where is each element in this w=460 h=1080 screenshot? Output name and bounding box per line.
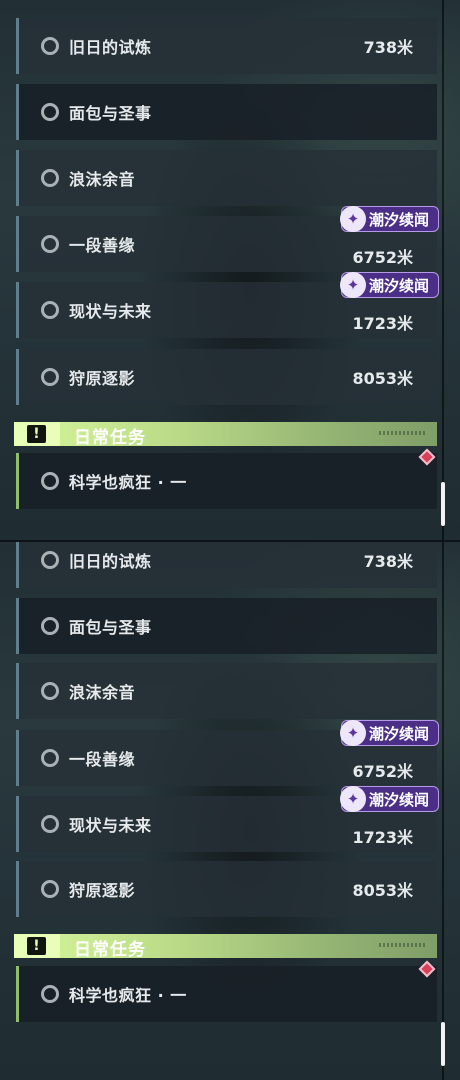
quest-name: 面包与圣事 bbox=[69, 618, 152, 637]
scrollbar-thumb[interactable] bbox=[441, 1022, 445, 1066]
quest-name: 科学也疯狂 · 一 bbox=[69, 986, 187, 1005]
quest-distance: 8053米 bbox=[352, 369, 413, 388]
quest-row[interactable]: 狩原逐影 8053米 bbox=[16, 861, 437, 917]
wave-icon: ✦ bbox=[340, 786, 366, 812]
exclamation-icon-bg: ! bbox=[14, 934, 60, 958]
quest-status-icon bbox=[41, 37, 59, 55]
quest-status-icon bbox=[41, 301, 59, 319]
quest-distance: 1723米 bbox=[352, 828, 413, 847]
quest-name: 旧日的试炼 bbox=[69, 552, 152, 571]
quest-status-icon bbox=[41, 235, 59, 253]
quest-panel-top: 旧日的试炼 738米 面包与圣事 浪沫余音 一段善缘 6752米 ✦ 潮汐续闻 … bbox=[0, 0, 460, 540]
scrollbar-track[interactable] bbox=[442, 540, 444, 1080]
header-decoration bbox=[379, 431, 425, 435]
quest-name: 浪沫余音 bbox=[69, 170, 136, 189]
quest-distance: 738米 bbox=[363, 552, 413, 571]
daily-section-header[interactable]: ! 日常任务 bbox=[14, 934, 437, 960]
daily-section-title: 日常任务 bbox=[74, 940, 146, 960]
quest-row[interactable]: 旧日的试炼 738米 bbox=[16, 540, 437, 588]
quest-status-icon bbox=[41, 103, 59, 121]
quest-name: 一段善缘 bbox=[69, 750, 136, 769]
daily-section-title: 日常任务 bbox=[74, 428, 146, 448]
quest-status-icon bbox=[41, 682, 59, 700]
quest-status-icon bbox=[41, 472, 59, 490]
event-badge: ✦ 潮汐续闻 bbox=[340, 786, 439, 812]
quest-status-icon bbox=[41, 551, 59, 569]
quest-row[interactable]: 浪沫余音 bbox=[16, 150, 437, 206]
quest-distance: 1723米 bbox=[352, 314, 413, 333]
quest-status-icon bbox=[41, 617, 59, 635]
quest-row[interactable]: 狩原逐影 8053米 bbox=[16, 349, 437, 405]
event-badge-label: 潮汐续闻 bbox=[369, 724, 430, 743]
event-badge-label: 潮汐续闻 bbox=[369, 210, 430, 229]
wave-icon: ✦ bbox=[340, 272, 366, 298]
quest-status-icon bbox=[41, 880, 59, 898]
quest-row[interactable]: 面包与圣事 bbox=[16, 84, 437, 140]
quest-distance: 8053米 bbox=[352, 881, 413, 900]
quest-status-icon bbox=[41, 368, 59, 386]
quest-name: 旧日的试炼 bbox=[69, 38, 152, 57]
quest-row[interactable]: 现状与未来 1723米 ✦ 潮汐续闻 bbox=[16, 272, 439, 338]
quest-row[interactable]: 旧日的试炼 738米 bbox=[16, 18, 437, 74]
quest-row-daily[interactable]: 科学也疯狂 · 一 bbox=[16, 966, 437, 1022]
quest-distance: 6752米 bbox=[352, 762, 413, 781]
event-badge-label: 潮汐续闻 bbox=[369, 790, 430, 809]
quest-name: 浪沫余音 bbox=[69, 683, 136, 702]
wave-icon: ✦ bbox=[340, 720, 366, 746]
quest-status-icon bbox=[41, 985, 59, 1003]
quest-status-icon bbox=[41, 169, 59, 187]
quest-name: 狩原逐影 bbox=[69, 881, 136, 900]
quest-name: 狩原逐影 bbox=[69, 369, 136, 388]
quest-row[interactable]: 一段善缘 6752米 ✦ 潮汐续闻 bbox=[16, 720, 439, 786]
quest-status-icon bbox=[41, 815, 59, 833]
quest-distance: 738米 bbox=[363, 38, 413, 57]
exclamation-icon: ! bbox=[27, 425, 46, 443]
quest-name: 一段善缘 bbox=[69, 236, 136, 255]
quest-panel-bottom: 旧日的试炼 738米 面包与圣事 浪沫余音 一段善缘 6752米 ✦ 潮汐续闻 … bbox=[0, 540, 460, 1080]
quest-row[interactable]: 一段善缘 6752米 ✦ 潮汐续闻 bbox=[16, 206, 439, 272]
scrollbar-thumb[interactable] bbox=[441, 482, 445, 526]
quest-name: 现状与未来 bbox=[69, 302, 152, 321]
wave-icon: ✦ bbox=[340, 206, 366, 232]
quest-row[interactable]: 浪沫余音 bbox=[16, 663, 437, 719]
header-decoration bbox=[379, 943, 425, 947]
quest-status-icon bbox=[41, 749, 59, 767]
quest-name: 现状与未来 bbox=[69, 816, 152, 835]
quest-row[interactable]: 面包与圣事 bbox=[16, 598, 437, 654]
event-badge-label: 潮汐续闻 bbox=[369, 276, 430, 295]
quest-name: 面包与圣事 bbox=[69, 104, 152, 123]
event-badge: ✦ 潮汐续闻 bbox=[340, 272, 439, 298]
exclamation-icon: ! bbox=[27, 937, 46, 955]
event-badge: ✦ 潮汐续闻 bbox=[340, 720, 439, 746]
exclamation-icon-bg: ! bbox=[14, 422, 60, 446]
quest-distance: 6752米 bbox=[352, 248, 413, 267]
daily-section-header[interactable]: ! 日常任务 bbox=[14, 422, 437, 448]
event-badge: ✦ 潮汐续闻 bbox=[340, 206, 439, 232]
scrollbar-track[interactable] bbox=[442, 0, 444, 540]
quest-name: 科学也疯狂 · 一 bbox=[69, 473, 187, 492]
quest-row-daily[interactable]: 科学也疯狂 · 一 bbox=[16, 453, 437, 509]
quest-row[interactable]: 现状与未来 1723米 ✦ 潮汐续闻 bbox=[16, 786, 439, 852]
